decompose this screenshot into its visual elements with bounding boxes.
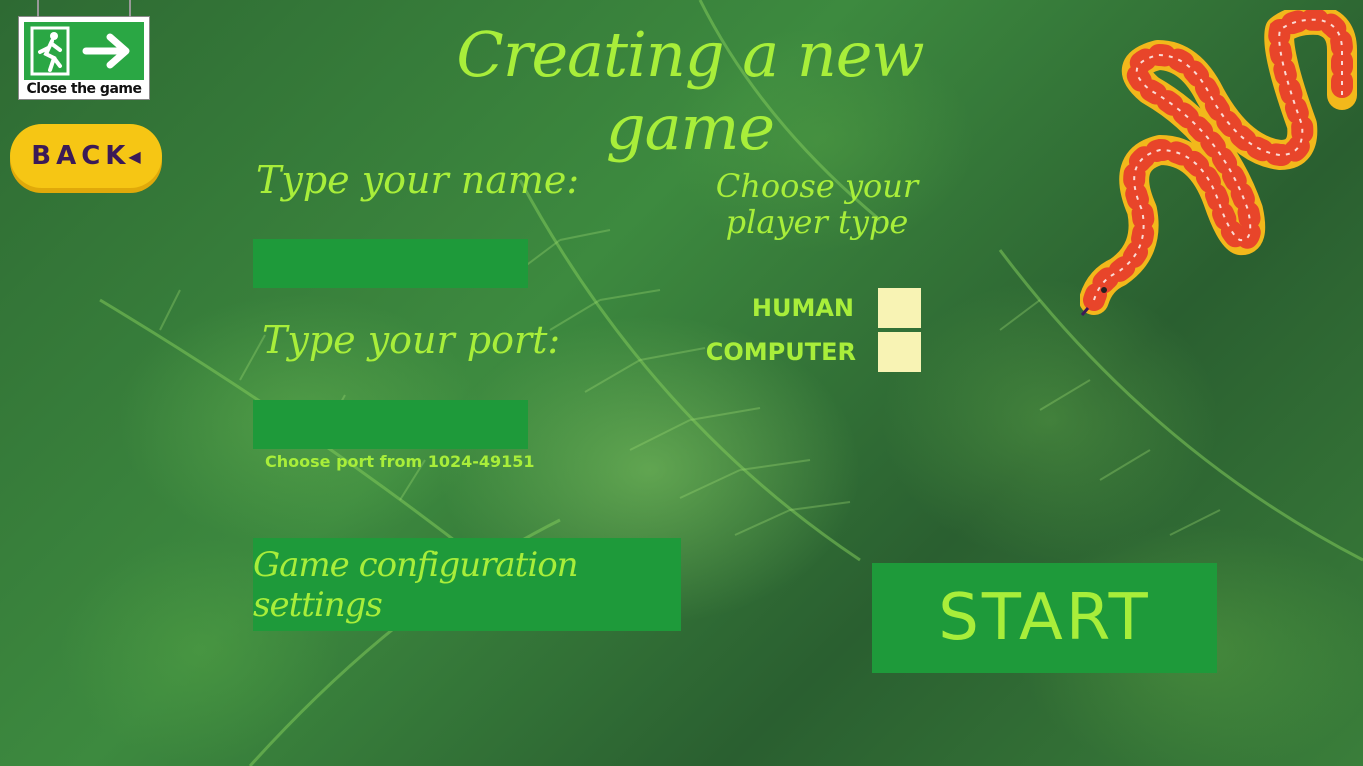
computer-option-label: COMPUTER <box>705 338 856 366</box>
name-input[interactable] <box>253 239 528 288</box>
sign-rope <box>37 0 39 17</box>
computer-checkbox[interactable] <box>878 332 921 372</box>
page-title: Creating a new game <box>456 18 924 164</box>
port-label: Type your port: <box>262 318 561 362</box>
name-label: Type your name: <box>256 158 580 202</box>
human-checkbox[interactable] <box>878 288 921 328</box>
exit-sign-icon <box>22 20 146 82</box>
snake-icon <box>1080 10 1357 316</box>
game-configuration-label: Game configuration settings <box>253 544 579 625</box>
triangle-left-icon: ◀ <box>128 146 141 166</box>
back-button-label: BACK <box>31 141 131 171</box>
port-input[interactable] <box>253 400 528 449</box>
close-game-button[interactable]: Close the game <box>18 0 150 100</box>
port-hint: Choose port from 1024-49151 <box>265 452 535 471</box>
sign-rope <box>129 0 131 17</box>
back-button[interactable]: BACK ◀ <box>10 124 162 188</box>
start-label: START <box>938 581 1151 655</box>
player-type-label: Choose your player type <box>715 167 919 241</box>
human-option-label: HUMAN <box>751 294 854 322</box>
start-button[interactable]: START <box>872 563 1217 673</box>
close-game-label: Close the game <box>26 81 142 97</box>
game-configuration-button[interactable]: Game configuration settings <box>253 538 681 631</box>
